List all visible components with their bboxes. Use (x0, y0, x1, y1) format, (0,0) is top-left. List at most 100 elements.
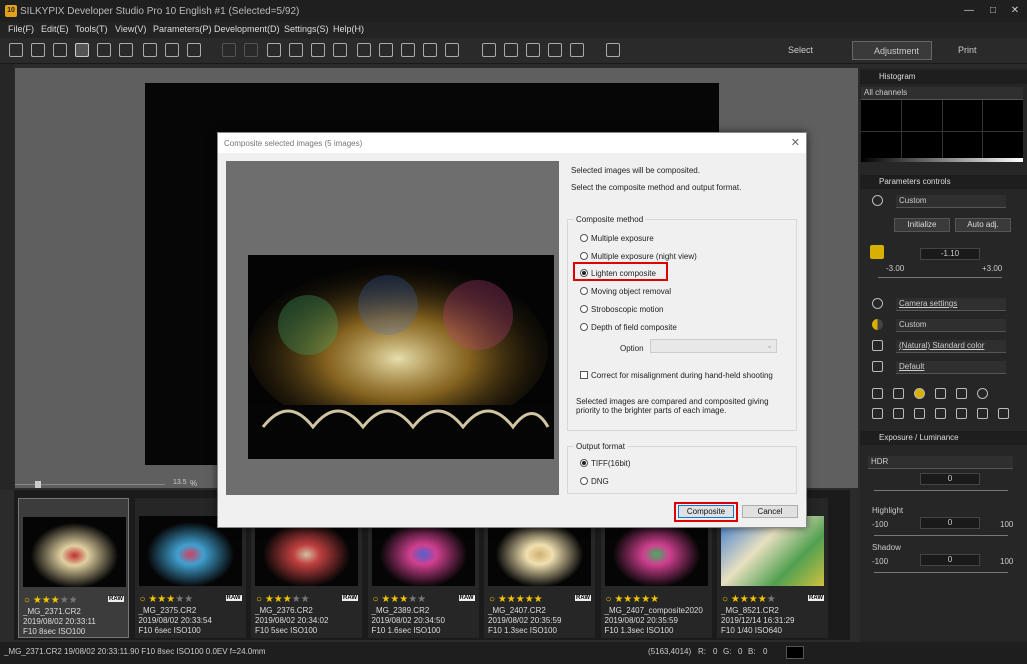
highlight-warning-icon[interactable] (165, 43, 179, 57)
rating-stars[interactable]: ○ ★★★★★ (24, 595, 78, 606)
color-select[interactable]: (Natural) Standard color (896, 340, 1006, 353)
warning-icon[interactable] (187, 43, 201, 57)
highlight-value[interactable]: 0 (920, 517, 980, 529)
radio-dng[interactable] (580, 477, 588, 485)
histogram-channel-select[interactable]: All channels (861, 87, 1023, 100)
hls-icon[interactable] (935, 388, 946, 399)
copy-params-icon[interactable] (289, 43, 303, 57)
back-icon[interactable] (401, 43, 415, 57)
close-icon[interactable]: ✕ (1008, 4, 1022, 18)
parameters-header[interactable]: Parameters controls (860, 175, 1027, 189)
radio-multiple-exposure[interactable] (580, 234, 588, 242)
radio-depth-of-field[interactable] (580, 323, 588, 331)
menu-file[interactable]: File(F) (8, 24, 34, 34)
option-select[interactable]: ⌄ (650, 339, 777, 353)
filmstrip-layout-icon[interactable] (75, 43, 89, 57)
label-stroboscopic-motion[interactable]: Stroboscopic motion (591, 305, 663, 314)
apply-params-icon[interactable] (311, 43, 325, 57)
panel-toggle-icon[interactable] (143, 43, 157, 57)
hdr-value[interactable]: 0 (920, 473, 980, 485)
contrast-icon[interactable] (893, 388, 904, 399)
menu-development[interactable]: Development(D) (214, 24, 280, 34)
saturation-icon[interactable] (914, 388, 925, 399)
pen-icon[interactable] (935, 408, 946, 419)
export-icon[interactable] (526, 43, 540, 57)
menu-settings[interactable]: Settings(S) (284, 24, 329, 34)
screen-icon[interactable] (548, 43, 562, 57)
label-depth-of-field[interactable]: Depth of field composite (591, 323, 677, 332)
rotate-right-icon[interactable] (31, 43, 45, 57)
dust-icon[interactable] (956, 408, 967, 419)
label-dng[interactable]: DNG (591, 477, 609, 486)
menu-edit[interactable]: Edit(E) (41, 24, 69, 34)
menu-tools[interactable]: Tools(T) (75, 24, 108, 34)
misalignment-checkbox[interactable] (580, 371, 588, 379)
exposure-icon[interactable] (870, 245, 884, 259)
label-multiple-exposure[interactable]: Multiple exposure (591, 234, 654, 243)
radio-stroboscopic-motion[interactable] (580, 305, 588, 313)
histogram-header[interactable]: Histogram (860, 70, 1027, 84)
rotate-left-icon[interactable] (9, 43, 23, 57)
compare-view-icon[interactable] (119, 43, 133, 57)
shadow-slider[interactable] (874, 572, 1008, 573)
hdr-mode-select[interactable]: HDR (868, 456, 1013, 469)
rating-stars[interactable]: ○ ★★★★★ (722, 594, 776, 605)
rating-stars[interactable]: ○ ★★★★★ (140, 594, 194, 605)
highlight-slider[interactable] (874, 535, 1008, 536)
rating-stars[interactable]: ○ ★★★★★ (606, 594, 660, 605)
undo-icon[interactable] (222, 43, 236, 57)
auto-adj-button[interactable]: Auto adj. (955, 218, 1011, 232)
rating-stars[interactable]: ○ ★★★★★ (256, 594, 310, 605)
noise-icon[interactable] (956, 388, 967, 399)
label-moving-object-removal[interactable]: Moving object removal (591, 287, 671, 296)
white-balance-icon[interactable] (872, 319, 883, 330)
partial-correction-icon[interactable] (872, 408, 883, 419)
hdr-slider[interactable] (874, 490, 1008, 491)
white-balance-select[interactable]: Custom (896, 319, 1006, 332)
exposure-value[interactable]: -1.10 (920, 248, 980, 260)
tone-icon[interactable] (872, 361, 883, 372)
menu-parameters[interactable]: Parameters(P) (153, 24, 212, 34)
color-icon[interactable] (872, 340, 883, 351)
radio-moving-object-removal[interactable] (580, 287, 588, 295)
exposure-slider[interactable] (878, 277, 1002, 278)
text-icon[interactable] (570, 43, 584, 57)
camera-settings-icon[interactable] (872, 298, 883, 309)
select-mode-button[interactable]: Select (768, 41, 813, 60)
forward-icon[interactable] (423, 43, 437, 57)
menu-view[interactable]: View(V) (115, 24, 146, 34)
paste-params-icon[interactable] (267, 43, 281, 57)
print-mode-button[interactable]: Print (938, 41, 977, 60)
zoom-handle[interactable] (35, 481, 41, 488)
exposure-luminance-header[interactable]: Exposure / Luminance (860, 431, 1027, 445)
develop-icon[interactable] (379, 43, 393, 57)
composite-button[interactable]: Composite (678, 505, 734, 518)
label-multiple-exposure-night[interactable]: Multiple exposure (night view) (591, 252, 697, 261)
label-tiff[interactable]: TIFF(16bit) (591, 459, 631, 468)
layers-icon[interactable] (357, 43, 371, 57)
initialize-button[interactable]: Initialize (894, 218, 950, 232)
thumbnail-item[interactable]: ○ ★★★★★ RAW _MG_2371.CR2 2019/08/02 20:33:1… (18, 498, 129, 638)
thumbnail-grid-icon[interactable] (53, 43, 67, 57)
radio-multiple-exposure-night[interactable] (580, 252, 588, 260)
lens-icon[interactable] (977, 388, 988, 399)
gradation-icon[interactable] (893, 408, 904, 419)
menu-help[interactable]: Help(H) (333, 24, 364, 34)
misalignment-label[interactable]: Correct for misalignment during hand-hel… (591, 371, 773, 380)
brush-icon[interactable] (914, 408, 925, 419)
reset-params-icon[interactable] (333, 43, 347, 57)
crop-tool-icon[interactable] (977, 408, 988, 419)
single-view-icon[interactable] (97, 43, 111, 57)
tone-select[interactable]: Default (896, 361, 1006, 374)
dialog-close-icon[interactable]: ✕ (791, 136, 800, 149)
maximize-icon[interactable]: □ (986, 4, 1000, 18)
preset-select[interactable]: Custom (896, 195, 1006, 208)
crop-icon[interactable] (482, 43, 496, 57)
camera-settings-select[interactable]: Camera settings (896, 298, 1006, 311)
sharpness-icon[interactable] (872, 388, 883, 399)
cancel-button[interactable]: Cancel (742, 505, 798, 518)
minimize-icon[interactable]: — (962, 4, 976, 18)
redo-icon[interactable] (244, 43, 258, 57)
shadow-value[interactable]: 0 (920, 554, 980, 566)
check-icon[interactable] (445, 43, 459, 57)
